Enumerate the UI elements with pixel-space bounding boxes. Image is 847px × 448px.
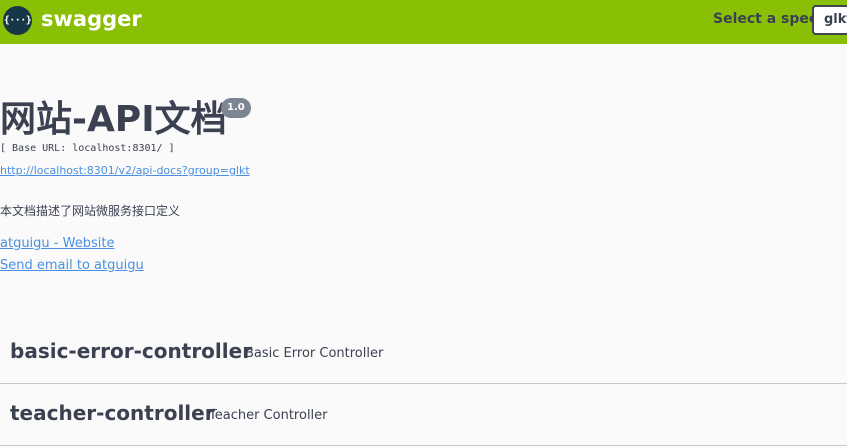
tag-name[interactable]: teacher-controller: [10, 401, 215, 425]
tag-section-basic-error-controller[interactable]: basic-error-controller Basic Error Contr…: [0, 326, 847, 384]
spec-select-dropdown[interactable]: glkt: [812, 5, 847, 35]
base-url-text: [ Base URL: localhost:8301/ ]: [0, 143, 175, 154]
tag-section-teacher-controller[interactable]: teacher-controller Teacher Controller: [0, 388, 847, 446]
swagger-logo-text[interactable]: swagger: [41, 7, 142, 31]
tag-description: Teacher Controller: [209, 408, 328, 423]
tag-description: Basic Error Controller: [245, 346, 384, 361]
contact-website-link[interactable]: atguigu - Website: [0, 236, 114, 251]
tag-name[interactable]: basic-error-controller: [10, 339, 252, 363]
api-description: 本文档描述了网站微服务接口定义: [0, 204, 181, 218]
api-docs-link[interactable]: http://localhost:8301/v2/api-docs?group=…: [0, 164, 250, 177]
top-bar: {···} swagger Select a spec glkt: [0, 0, 847, 44]
page-title: 网站-API文档: [0, 99, 227, 140]
contact-email-link[interactable]: Send email to atguigu: [0, 258, 144, 273]
spec-select-label: Select a spec: [713, 11, 818, 27]
swagger-logo-icon[interactable]: {···}: [3, 6, 32, 35]
version-badge: 1.0: [221, 98, 251, 118]
